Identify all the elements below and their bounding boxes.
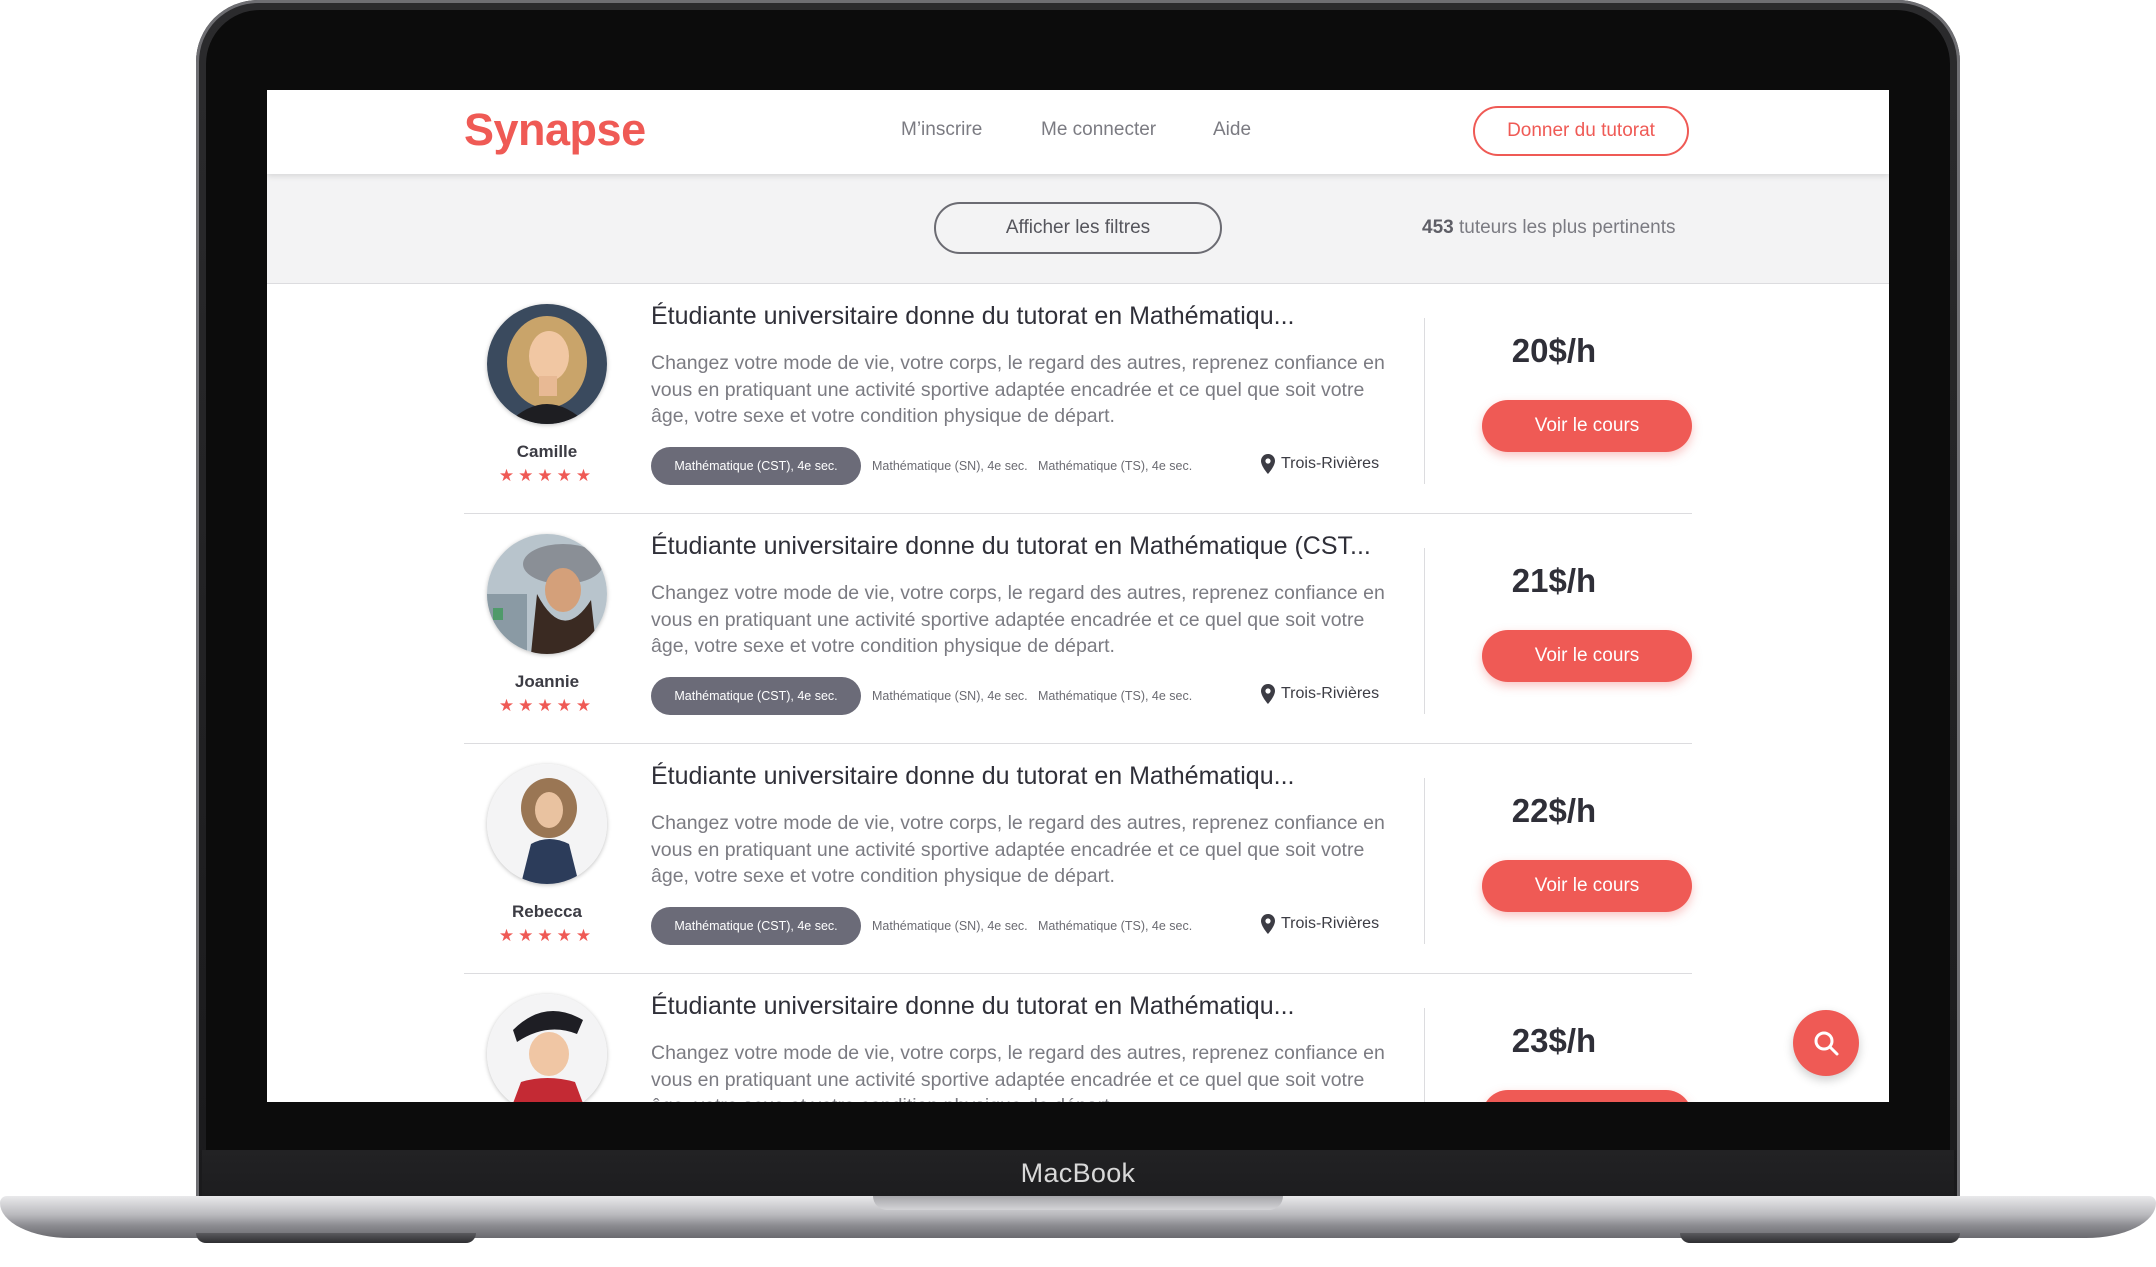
- tutor-listing: Joannie ★★★★★ Étudiante universitaire do…: [464, 514, 1692, 744]
- tutor-name: Camille: [516, 442, 578, 461]
- laptop-hinge-notch: [873, 1196, 1283, 1210]
- listing-description: Changez votre mode de vie, votre corps, …: [651, 582, 1385, 657]
- floating-search-button[interactable]: [1793, 1010, 1859, 1076]
- hourly-price: 23$/h: [1511, 1022, 1597, 1059]
- rating-stars: ★★★★★: [498, 466, 596, 485]
- hourly-price: 21$/h: [1511, 562, 1597, 599]
- tutor-avatar[interactable]: [487, 304, 607, 424]
- avatar-photo-icon: [487, 764, 607, 884]
- results-count-number: 453: [1422, 217, 1454, 238]
- subject-tag[interactable]: Mathématique (SN), 4e sec.: [872, 919, 1028, 933]
- avatar-photo-icon: [487, 534, 607, 654]
- location: Trois-Rivières: [1261, 454, 1379, 474]
- hourly-price: 22$/h: [1511, 792, 1597, 829]
- listing-title[interactable]: Étudiante universitaire donne du tutorat…: [651, 302, 1411, 331]
- rating-stars: ★★★★★: [498, 696, 596, 715]
- nav-signup-link[interactable]: M’inscrire: [901, 119, 982, 141]
- location-label: Trois-Rivières: [1281, 915, 1380, 932]
- laptop-foot-left: [196, 1233, 476, 1243]
- listing-separator: [1424, 548, 1425, 714]
- laptop-foot-right: [1680, 1233, 1960, 1243]
- listing-title[interactable]: Étudiante universitaire donne du tutorat…: [651, 992, 1411, 1021]
- location-label: Trois-Rivières: [1281, 685, 1380, 702]
- listing-description: Changez votre mode de vie, votre corps, …: [651, 352, 1385, 427]
- subject-tag[interactable]: Mathématique (TS), 4e sec.: [1038, 689, 1192, 703]
- location-pin-icon: [1261, 684, 1275, 704]
- subject-tag[interactable]: Mathématique (SN), 4e sec.: [872, 689, 1028, 703]
- subject-tag-active[interactable]: Mathématique (CST), 4e sec.: [651, 677, 861, 715]
- listing-separator: [1424, 778, 1425, 944]
- location-pin-icon: [1261, 454, 1275, 474]
- hourly-price: 20$/h: [1511, 332, 1597, 369]
- listing-description: Changez votre mode de vie, votre corps, …: [651, 812, 1385, 887]
- show-filters-button[interactable]: Afficher les filtres: [934, 202, 1222, 254]
- view-course-button[interactable]: Voir le cours: [1482, 400, 1692, 452]
- subject-tag[interactable]: Mathématique (TS), 4e sec.: [1038, 919, 1192, 933]
- avatar-photo-icon: [487, 994, 607, 1102]
- search-icon: [1814, 1031, 1839, 1056]
- tutor-listing: Camille ★★★★★ Étudiante universitaire do…: [464, 284, 1692, 514]
- give-tutoring-button[interactable]: Donner du tutorat: [1473, 106, 1689, 156]
- subject-tag-active[interactable]: Mathématique (CST), 4e sec.: [651, 907, 861, 945]
- results-count-text: tuteurs les plus pertinents: [1458, 217, 1676, 238]
- subject-tag[interactable]: Mathématique (SN), 4e sec.: [872, 459, 1028, 473]
- nav-help-link[interactable]: Aide: [1213, 119, 1251, 141]
- tutor-name: Rebecca: [512, 902, 582, 921]
- tutor-name: Joannie: [514, 672, 580, 691]
- results-count: 453 tuteurs les plus pertinents: [1422, 217, 1676, 239]
- avatar-photo-icon: [487, 304, 607, 424]
- location: Trois-Rivières: [1261, 914, 1379, 934]
- tutor-avatar[interactable]: [487, 764, 607, 884]
- location: Trois-Rivières: [1261, 684, 1379, 704]
- nav-login-link[interactable]: Me connecter: [1041, 119, 1156, 141]
- location-label: Trois-Rivières: [1281, 455, 1380, 472]
- listing-description: Changez votre mode de vie, votre corps, …: [651, 1042, 1385, 1102]
- tutor-avatar[interactable]: [487, 994, 607, 1102]
- device-brand-label: MacBook: [1020, 1158, 1136, 1188]
- rating-stars: ★★★★★: [498, 926, 596, 945]
- view-course-button[interactable]: [1482, 1090, 1692, 1102]
- screen: Synapse M’inscrire Me connecter Aide Don…: [267, 90, 1889, 1102]
- listing-separator: [1424, 1008, 1425, 1102]
- tutor-listing: Étudiante universitaire donne du tutorat…: [464, 974, 1692, 1102]
- tutor-avatar[interactable]: [487, 534, 607, 654]
- subject-tag-active[interactable]: Mathématique (CST), 4e sec.: [651, 447, 861, 485]
- subject-tag[interactable]: Mathématique (TS), 4e sec.: [1038, 459, 1192, 473]
- top-navbar: Synapse M’inscrire Me connecter Aide Don…: [267, 90, 1889, 174]
- location-pin-icon: [1261, 914, 1275, 934]
- view-course-button[interactable]: Voir le cours: [1482, 860, 1692, 912]
- listing-separator: [1424, 318, 1425, 484]
- view-course-button[interactable]: Voir le cours: [1482, 630, 1692, 682]
- listing-title[interactable]: Étudiante universitaire donne du tutorat…: [651, 762, 1411, 791]
- listing-title[interactable]: Étudiante universitaire donne du tutorat…: [651, 532, 1411, 561]
- tutor-listing: Rebecca ★★★★★ Étudiante universitaire do…: [464, 744, 1692, 974]
- logo[interactable]: Synapse: [464, 104, 646, 156]
